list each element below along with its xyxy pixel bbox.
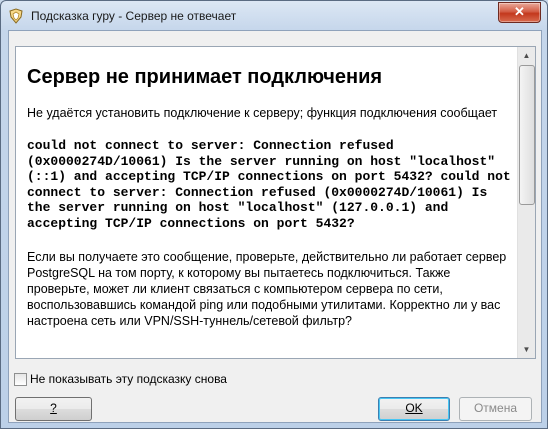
help-button-label: ?: [50, 401, 57, 415]
scrollbar-thumb[interactable]: [519, 65, 535, 205]
close-button[interactable]: ✕: [498, 2, 541, 23]
scroll-up-arrow-icon[interactable]: ▲: [518, 47, 535, 64]
guru-hint-icon: [8, 8, 24, 24]
hint-heading: Сервер не принимает подключения: [27, 66, 383, 88]
hint-content-panel[interactable]: Сервер не принимает подключения Не удаёт…: [15, 46, 536, 359]
dont-show-again-label[interactable]: Не показывать эту подсказку снова: [30, 372, 227, 386]
hint-advice-text: Если вы получаете это сообщение, проверь…: [27, 250, 507, 328]
ok-button-label: OK: [405, 401, 423, 415]
dont-show-again-checkbox[interactable]: [14, 373, 27, 386]
scroll-down-arrow-icon[interactable]: ▼: [518, 341, 535, 358]
vertical-scrollbar[interactable]: ▲ ▼: [517, 47, 535, 358]
dialog-window: Подсказка гуру - Сервер не отвечает ✕ Се…: [0, 0, 548, 429]
hint-intro-text: Не удаётся установить подключение к серв…: [27, 106, 498, 120]
ok-button[interactable]: OK: [378, 397, 450, 421]
window-title: Подсказка гуру - Сервер не отвечает: [31, 9, 237, 23]
error-message-text: could not connect to server: Connection …: [27, 138, 519, 231]
hint-content: Сервер не принимает подключения Не удаёт…: [27, 47, 512, 329]
help-button[interactable]: ?: [15, 397, 92, 421]
dialog-client-area: Сервер не принимает подключения Не удаёт…: [8, 30, 542, 423]
title-bar: Подсказка гуру - Сервер не отвечает ✕: [1, 1, 547, 31]
cancel-button[interactable]: Отмена: [459, 397, 532, 421]
